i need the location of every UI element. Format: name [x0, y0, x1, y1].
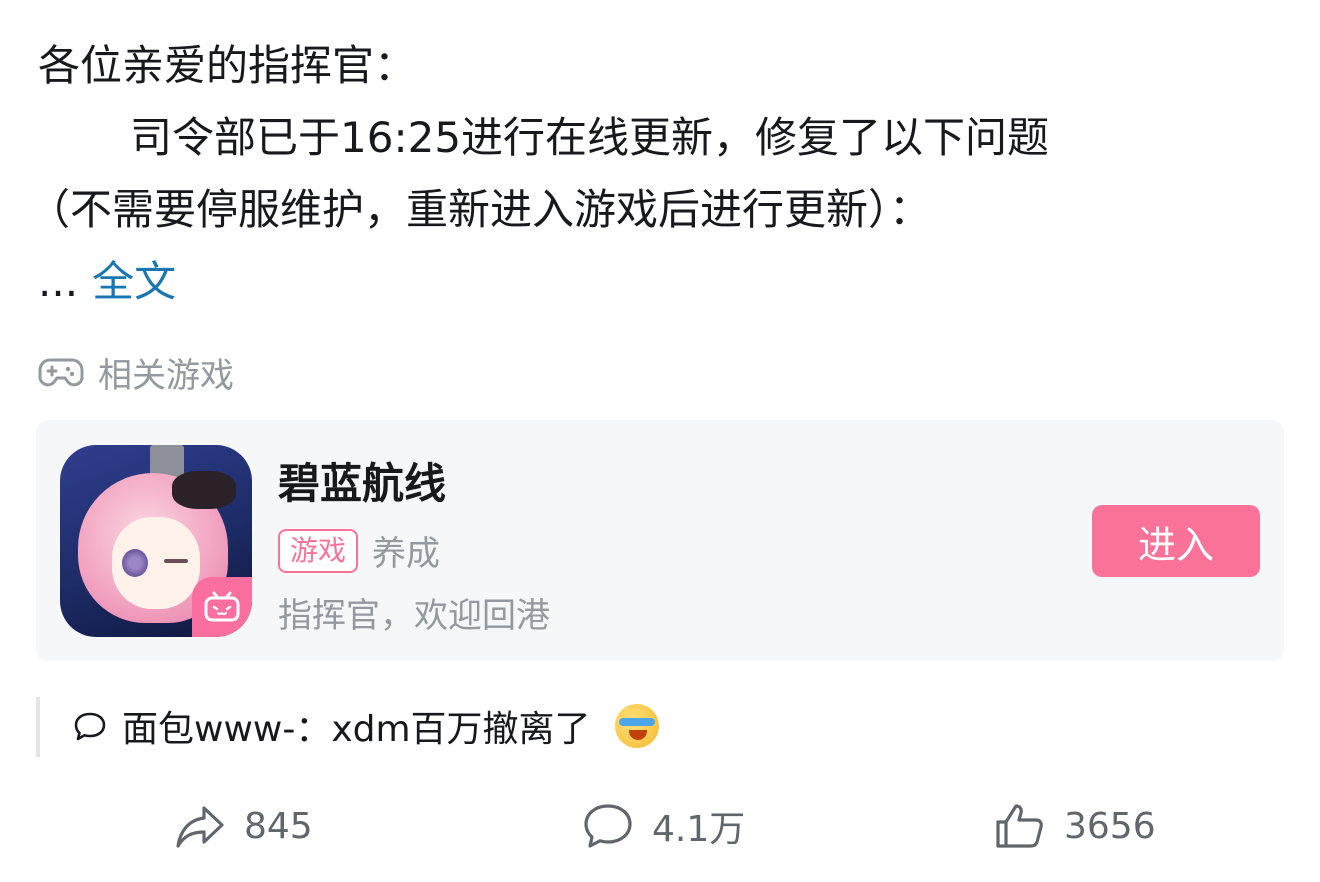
game-icon[interactable] [60, 445, 252, 637]
post-line-2: 司令部已于16:25进行在线更新，修复了以下问题 [130, 113, 1050, 162]
full-text-link[interactable]: 全文 [92, 257, 176, 306]
game-tag-badge: 游戏 [278, 528, 359, 573]
post-content: 各位亲爱的指挥官： 司令部已于16:25进行在线更新，修复了以下问题 （不需要停… [28, 30, 1288, 318]
ellipsis: ... [38, 257, 79, 306]
comment-text: 面包www-：xdm百万撤离了 [122, 709, 591, 750]
post-line-1: 各位亲爱的指挥官： [38, 41, 417, 90]
comment-icon [584, 804, 632, 848]
top-comment[interactable]: 面包www-：xdm百万撤离了 [72, 700, 659, 752]
action-bar: 845 4.1万 3656 [0, 800, 1320, 860]
comment-bubble-icon [74, 712, 106, 741]
emoji-tear [618, 718, 655, 726]
post-line-4: ... 全文 [38, 246, 1288, 318]
icon-art-wink [164, 559, 188, 563]
icon-art-eye [122, 549, 148, 577]
related-games-header: 相关游戏 [38, 348, 234, 397]
game-category: 养成 [372, 534, 441, 574]
bilibili-badge-icon [192, 577, 252, 637]
related-games-label: 相关游戏 [98, 356, 234, 396]
comment-count: 4.1万 [652, 809, 746, 850]
share-icon [176, 806, 224, 848]
icon-art-bow [172, 471, 236, 509]
crying-laughing-emoji-icon [614, 704, 659, 748]
post-line-3: （不需要停服维护，重新进入游戏后进行更新）： [28, 185, 932, 234]
share-button[interactable]: 845 [174, 800, 313, 852]
game-name[interactable]: 碧蓝航线 [278, 450, 446, 511]
game-description: 指挥官，欢迎回港 [278, 596, 550, 636]
like-count: 3656 [1064, 805, 1156, 847]
share-count: 845 [244, 805, 313, 847]
enter-game-button[interactable]: 进入 [1092, 505, 1260, 577]
comment-button[interactable]: 4.1万 [582, 800, 745, 852]
game-card[interactable]: 碧蓝航线 游戏 养成 指挥官，欢迎回港 进入 [36, 420, 1284, 661]
thumbs-up-icon [996, 804, 1043, 848]
like-button[interactable]: 3656 [994, 800, 1156, 852]
comment-divider [36, 697, 40, 757]
game-tags: 游戏 养成 [278, 526, 440, 575]
gamepad-icon [38, 358, 84, 386]
emoji-mouth [628, 730, 647, 740]
